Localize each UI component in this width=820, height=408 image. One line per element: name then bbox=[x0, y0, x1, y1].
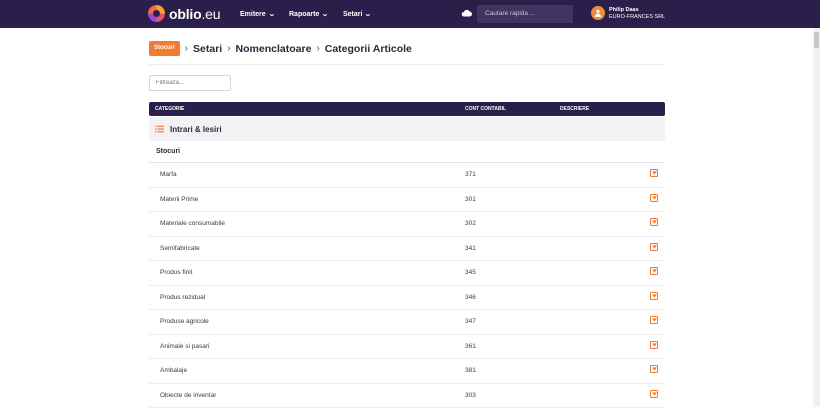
page-scrollbar[interactable] bbox=[813, 28, 820, 407]
breadcrumb-separator: › bbox=[185, 43, 188, 54]
table-row: Obiecte de inventar 303 bbox=[149, 384, 665, 408]
table-row: Produse agricole 347 bbox=[149, 310, 665, 335]
column-header-category[interactable]: CATEGORIE bbox=[155, 106, 184, 112]
account-number: 341 bbox=[465, 245, 476, 252]
account-number: 361 bbox=[465, 343, 476, 350]
breadcrumb-nomenclatoare[interactable]: Nomenclatoare bbox=[236, 43, 312, 55]
caret-down-icon bbox=[652, 269, 657, 273]
row-dropdown-button[interactable] bbox=[650, 390, 658, 398]
user-icon bbox=[594, 9, 602, 17]
breadcrumb-separator: › bbox=[227, 43, 230, 54]
account-number: 301 bbox=[465, 196, 476, 203]
table-row: Produs finit 345 bbox=[149, 261, 665, 286]
group-header: Intrari & Iesiri bbox=[149, 117, 665, 141]
caret-down-icon bbox=[652, 220, 657, 224]
category-name: Produs rezidual bbox=[160, 294, 205, 301]
nav-setari[interactable]: Setari⌄ bbox=[343, 0, 371, 28]
row-dropdown-button[interactable] bbox=[650, 316, 658, 324]
category-name: Animale si pasari bbox=[160, 343, 210, 350]
caret-down-icon bbox=[652, 171, 657, 175]
account-number: 347 bbox=[465, 318, 476, 325]
nav-emitere-label: Emitere bbox=[240, 11, 266, 18]
table-header: CATEGORIE CONT CONTABIL DESCRIERE bbox=[149, 102, 665, 116]
row-dropdown-button[interactable] bbox=[650, 365, 658, 373]
account-number: 371 bbox=[465, 171, 476, 178]
category-name: Marfa bbox=[160, 171, 177, 178]
divider bbox=[149, 64, 664, 65]
table-row: Produs rezidual 346 bbox=[149, 286, 665, 311]
caret-down-icon bbox=[652, 343, 657, 347]
row-dropdown-button[interactable] bbox=[650, 243, 658, 251]
user-avatar[interactable] bbox=[591, 6, 605, 20]
top-navbar: oblio.eu Emitere⌄ Rapoarte⌄ Setari⌄ Caut… bbox=[0, 0, 820, 28]
list-icon bbox=[155, 125, 164, 133]
company-name: EURO-FRANCES SRL bbox=[609, 14, 665, 21]
caret-down-icon bbox=[652, 367, 657, 371]
caret-down-icon bbox=[652, 245, 657, 249]
user-menu[interactable]: Philip Daas EURO-FRANCES SRL bbox=[609, 7, 665, 21]
breadcrumb-separator: › bbox=[316, 43, 319, 54]
table-row: Materiale consumabile 302 bbox=[149, 212, 665, 237]
category-name: Semifabricate bbox=[160, 245, 200, 252]
table-row: Ambalaje 381 bbox=[149, 359, 665, 384]
account-number: 345 bbox=[465, 269, 476, 276]
account-number: 346 bbox=[465, 294, 476, 301]
category-rows: Marfa 371 Materii Prime 301 Materiale co… bbox=[149, 163, 665, 408]
breadcrumb-current-page: Categorii Articole bbox=[325, 43, 412, 55]
category-name: Ambalaje bbox=[160, 367, 187, 374]
nav-emitere[interactable]: Emitere⌄ bbox=[240, 0, 275, 28]
nav-setari-label: Setari bbox=[343, 11, 362, 18]
table-row: Semifabricate 341 bbox=[149, 237, 665, 262]
category-name: Produs finit bbox=[160, 269, 193, 276]
cloud-icon[interactable] bbox=[461, 9, 472, 17]
filter-input[interactable] bbox=[149, 75, 231, 91]
caret-down-icon bbox=[652, 318, 657, 322]
chevron-down-icon: ⌄ bbox=[365, 10, 373, 18]
row-dropdown-button[interactable] bbox=[650, 267, 658, 275]
subgroup-title: Stocuri bbox=[149, 141, 665, 163]
caret-down-icon bbox=[652, 196, 657, 200]
row-dropdown-button[interactable] bbox=[650, 341, 658, 349]
account-number: 303 bbox=[465, 392, 476, 399]
nav-rapoarte[interactable]: Rapoarte⌄ bbox=[289, 0, 328, 28]
row-dropdown-button[interactable] bbox=[650, 169, 658, 177]
caret-down-icon bbox=[652, 294, 657, 298]
table-row: Animale si pasari 361 bbox=[149, 335, 665, 360]
account-number: 381 bbox=[465, 367, 476, 374]
row-dropdown-button[interactable] bbox=[650, 218, 658, 226]
scrollbar-thumb[interactable] bbox=[814, 32, 819, 48]
logo-text: oblio.eu bbox=[169, 6, 220, 22]
category-name: Obiecte de inventar bbox=[160, 392, 216, 399]
logo-mark-icon bbox=[148, 5, 165, 22]
user-name: Philip Daas bbox=[609, 7, 665, 14]
nav-rapoarte-label: Rapoarte bbox=[289, 11, 319, 18]
category-name: Produse agricole bbox=[160, 318, 209, 325]
column-header-account[interactable]: CONT CONTABIL bbox=[465, 106, 506, 112]
account-number: 302 bbox=[465, 220, 476, 227]
table-row: Marfa 371 bbox=[149, 163, 665, 188]
group-title: Intrari & Iesiri bbox=[170, 125, 222, 134]
chevron-down-icon: ⌄ bbox=[321, 10, 329, 18]
oblio-logo[interactable]: oblio.eu bbox=[148, 5, 220, 22]
category-name: Materii Prime bbox=[160, 196, 198, 203]
quick-search-input[interactable]: Cautare rapida ... bbox=[477, 5, 573, 23]
breadcrumb: Stocuri › Setari › Nomenclatoare › Categ… bbox=[149, 41, 412, 56]
chevron-down-icon: ⌄ bbox=[268, 10, 276, 18]
breadcrumb-badge-stocuri[interactable]: Stocuri bbox=[149, 41, 180, 56]
row-dropdown-button[interactable] bbox=[650, 194, 658, 202]
caret-down-icon bbox=[652, 392, 657, 396]
breadcrumb-setari[interactable]: Setari bbox=[193, 43, 222, 55]
table-row: Materii Prime 301 bbox=[149, 188, 665, 213]
column-header-description[interactable]: DESCRIERE bbox=[560, 106, 589, 112]
row-dropdown-button[interactable] bbox=[650, 292, 658, 300]
category-name: Materiale consumabile bbox=[160, 220, 225, 227]
